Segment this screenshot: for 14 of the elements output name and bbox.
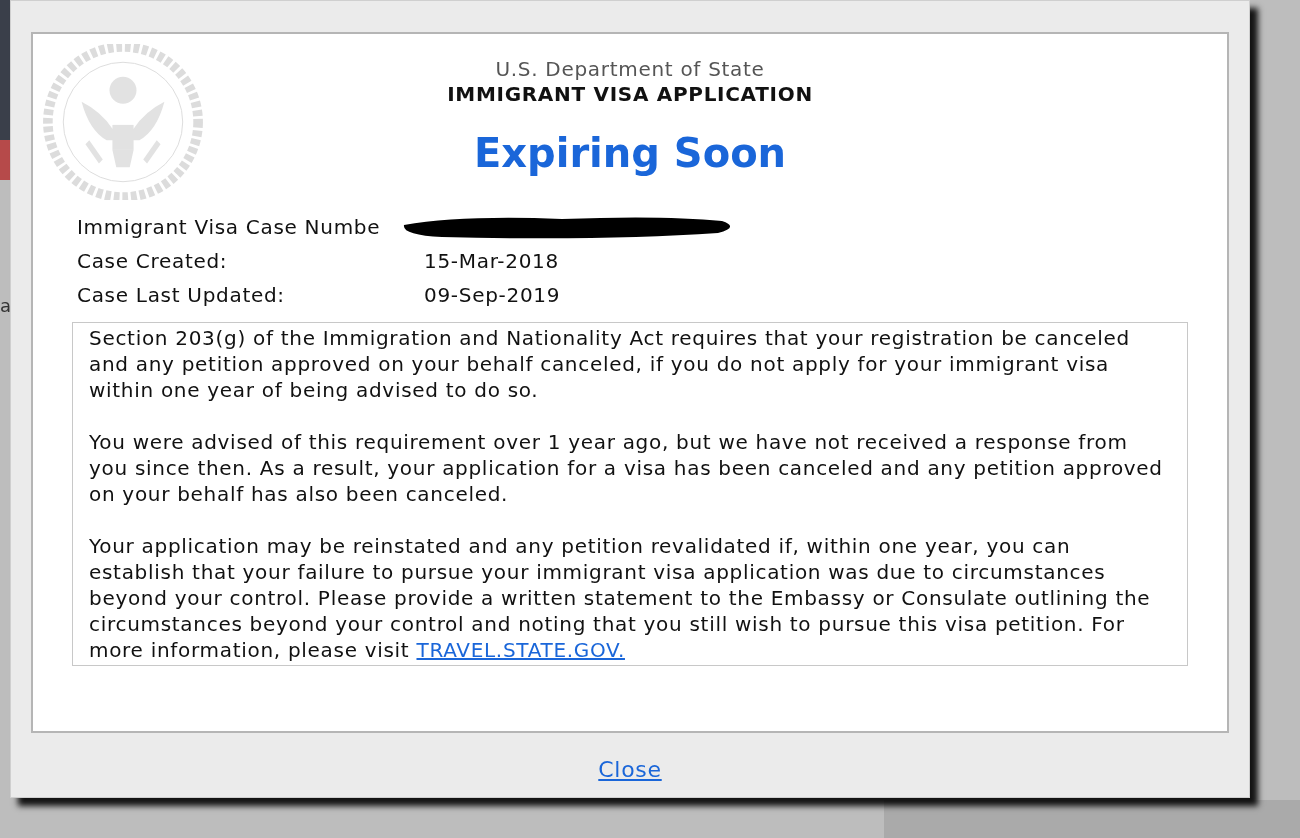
notice-paragraph: Your application may be reinstated and any petition revalidated if, within one year, you can establish that your failure to pursue your immigrant visa application was due to circumstances beyond your control. Please provide a written statement to the Embassy or Consulate outlining the circumstances beyond your control and noting that you still wish to pursue this visa petition. For more information, please visit TRAVEL.STATE.GOV. xyxy=(89,533,1152,663)
application-title: IMMIGRANT VISA APPLICATION xyxy=(447,82,813,106)
travel-link[interactable]: TRAVEL.STATE.GOV. xyxy=(416,638,625,662)
notice-paragraph: Section 203(g) of the Immigration and Nationality Act requires that your registration be canceled and any petition approved on your behalf canceled, if you do not apply for your immigrant visa within one year of being advised to do so. xyxy=(89,325,1131,403)
agency-name: U.S. Department of State xyxy=(495,56,765,82)
notice-paragraph: You were advised of this requirement over 1 year ago, but we have not received a response from you since then. As a result, your application for a visa has been canceled and any petition approved on your behalf has also been canceled. xyxy=(89,429,1164,507)
close-link[interactable]: Close xyxy=(598,753,662,786)
background-text: a xyxy=(0,294,10,318)
field-label: Case Last Updated: xyxy=(77,283,285,307)
field-label: Case Created: xyxy=(77,249,228,273)
status-heading: Expiring Soon xyxy=(473,129,787,178)
field-label: Immigrant Visa Case Numbe xyxy=(77,215,381,239)
field-value: 09-Sep-2019 xyxy=(424,282,561,309)
field-value: 15-Mar-2018 xyxy=(424,248,559,275)
